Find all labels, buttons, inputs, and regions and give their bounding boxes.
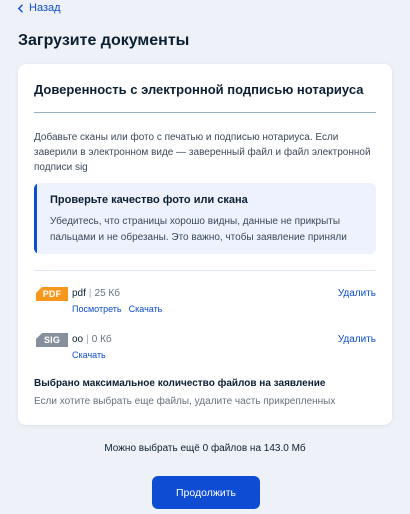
remaining-files-text: Можно выбрать ещё 0 файлов на 143.0 Мб: [104, 443, 306, 454]
chevron-left-icon: [17, 3, 23, 13]
file-item-sig: SIG oo | 0 Кб Скачать Удалить: [34, 331, 376, 365]
download-file-link[interactable]: Скачать: [72, 350, 106, 360]
file-info: oo | 0 Кб: [72, 334, 112, 345]
file-actions: Скачать: [72, 350, 106, 360]
notice-title: Проверьте качество фото или скана: [50, 194, 248, 206]
title-divider: [34, 112, 376, 113]
continue-button[interactable]: Продолжить: [152, 476, 260, 509]
quality-notice: Проверьте качество фото или скана Убедит…: [34, 183, 376, 254]
file-list-divider: [34, 270, 376, 271]
file-limit-title: Выбрано максимальное количество файлов н…: [34, 378, 326, 389]
file-limit-hint: Если хотите выбрать еще файлы, удалите ч…: [34, 396, 336, 407]
file-size: 25 Кб: [94, 288, 120, 299]
pdf-file-icon: PDF: [36, 287, 68, 301]
document-type-title: Доверенность с электронной подписью нота…: [34, 82, 364, 97]
notice-accent-bar: [34, 183, 37, 254]
download-file-link[interactable]: Скачать: [129, 304, 163, 314]
file-info: pdf | 25 Кб: [72, 288, 120, 299]
document-upload-card: Доверенность с электронной подписью нота…: [18, 64, 392, 425]
notice-text: Убедитесь, что страницы хорошо видны, да…: [50, 216, 347, 243]
file-separator: |: [86, 334, 89, 345]
delete-file-button[interactable]: Удалить: [338, 334, 376, 345]
view-file-link[interactable]: Посмотреть: [72, 304, 122, 314]
back-label: Назад: [29, 2, 61, 14]
file-name: oo: [72, 334, 84, 345]
delete-file-button[interactable]: Удалить: [338, 288, 376, 299]
sig-file-icon: SIG: [36, 333, 68, 347]
document-description: Добавьте сканы или фото с печатью и подп…: [34, 132, 371, 173]
page-title: Загрузите документы: [18, 32, 190, 49]
file-name: pdf: [72, 288, 86, 299]
file-item-pdf: PDF pdf | 25 Кб Посмотреть Скачать Удалить: [34, 285, 376, 319]
back-link[interactable]: Назад: [17, 2, 61, 14]
file-size: 0 Кб: [91, 334, 112, 345]
file-actions: Посмотреть Скачать: [72, 304, 162, 314]
file-separator: |: [88, 288, 92, 299]
